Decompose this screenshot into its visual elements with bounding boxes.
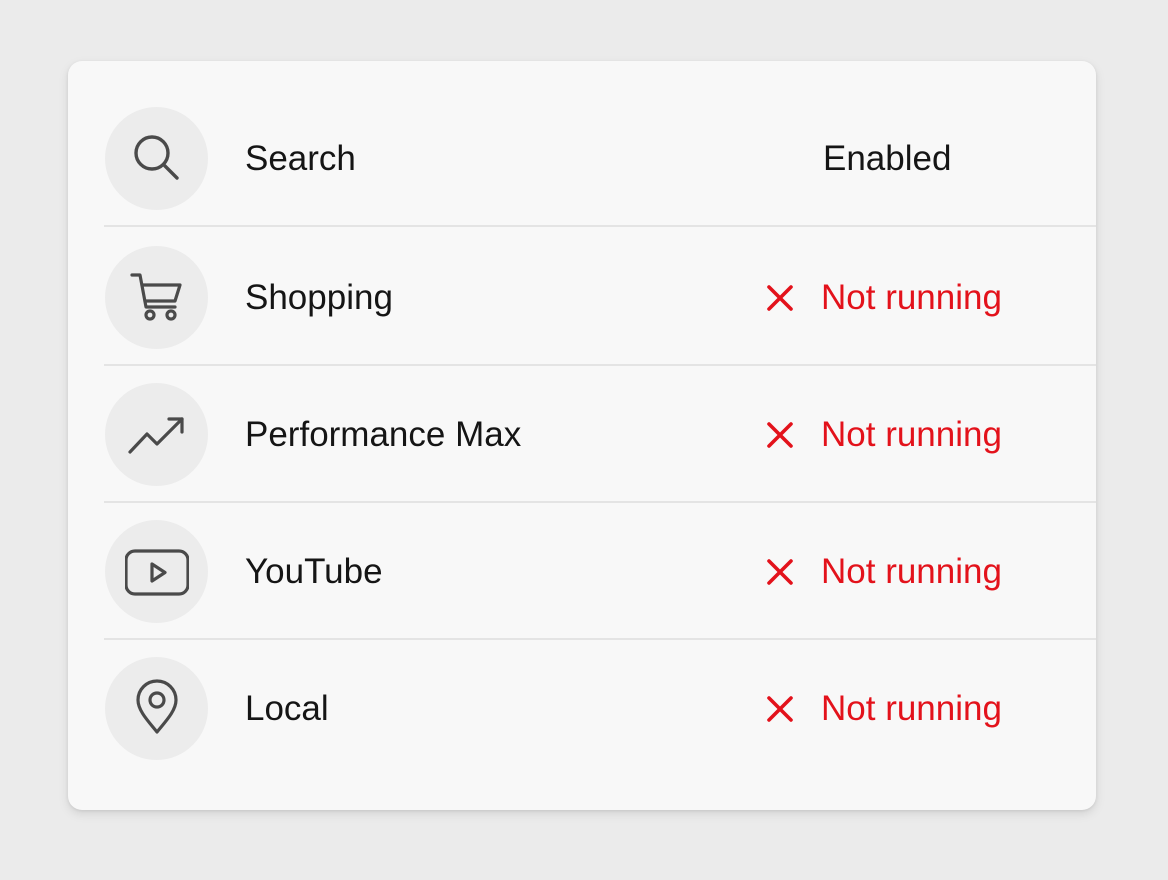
row-divider — [104, 225, 1096, 227]
channel-status: Not running — [765, 689, 1002, 729]
trending-up-icon — [127, 417, 184, 454]
x-icon — [765, 557, 795, 587]
x-icon — [765, 694, 795, 724]
map-pin-icon-badge — [105, 656, 208, 760]
channel-status: Not running — [765, 278, 1002, 318]
status-text: Not running — [821, 688, 1002, 728]
channel-row-shopping[interactable]: Shopping Not running — [68, 229, 1096, 366]
channel-name: Local — [245, 688, 329, 728]
status-text: Enabled — [823, 138, 952, 178]
channel-name: Search — [245, 138, 356, 178]
x-icon — [765, 420, 795, 450]
channel-name: Performance Max — [245, 414, 522, 454]
channel-status: Not running — [765, 415, 1002, 455]
status-text: Not running — [821, 551, 1002, 591]
channel-row-search[interactable]: Search Enabled — [68, 90, 1096, 227]
search-icon — [133, 135, 179, 180]
trending-up-icon-badge — [105, 382, 208, 486]
x-icon — [765, 283, 795, 313]
channel-row-performance-max[interactable]: Performance Max Not running — [68, 366, 1096, 503]
channel-status: Enabled — [765, 139, 951, 179]
map-pin-icon — [135, 679, 178, 734]
play-icon — [124, 549, 189, 596]
status-text: Not running — [821, 414, 1002, 454]
cart-icon-badge — [105, 245, 208, 349]
channel-name: Shopping — [245, 277, 393, 317]
play-icon-badge — [105, 519, 208, 623]
cart-icon — [129, 273, 182, 321]
channel-row-local[interactable]: Local Not running — [68, 640, 1096, 777]
status-text: Not running — [821, 277, 1002, 317]
channel-status-card: Search Enabled Shopping Not running Perf… — [68, 61, 1096, 810]
search-icon-badge — [105, 106, 208, 210]
channel-name: YouTube — [245, 551, 383, 591]
channel-row-youtube[interactable]: YouTube Not running — [68, 503, 1096, 640]
channel-status: Not running — [765, 552, 1002, 592]
